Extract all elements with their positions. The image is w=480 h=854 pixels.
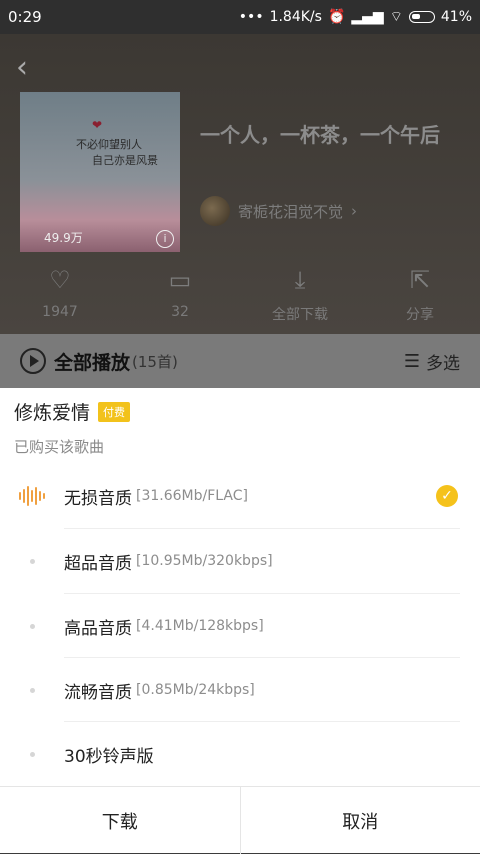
multi-select-label: 多选 (426, 349, 460, 374)
quality-option-super[interactable]: 超品音质 [10.95Mb/320kbps] (0, 529, 480, 593)
favorite-count: 1947 (42, 304, 78, 320)
bullet-icon (30, 559, 35, 564)
info-icon[interactable]: i (156, 230, 174, 248)
wifi-icon: ⌔ (390, 8, 403, 26)
sheet-footer: 下载 取消 (0, 786, 480, 854)
avatar (200, 196, 230, 226)
action-row: ♡ 1947 ▭ 32 ⤓ 全部下载 ⇱ 分享 (0, 266, 480, 324)
download-button[interactable]: 下载 (0, 787, 240, 854)
playlist-title: 一个人，一杯茶，一个午后 (200, 118, 460, 152)
back-arrow-icon[interactable]: ‹ (16, 50, 28, 85)
play-icon[interactable] (20, 348, 46, 374)
quality-option-lossless[interactable]: 无损音质 [31.66Mb/FLAC] ✓ (0, 464, 480, 528)
quality-detail: [4.41Mb/128kbps] (136, 618, 264, 634)
quality-detail: [10.95Mb/320kbps] (136, 553, 273, 569)
quality-label: 高品音质 (64, 614, 132, 639)
quality-detail: [0.85Mb/24kbps] (136, 682, 255, 698)
alarm-icon: ⏰ (328, 9, 345, 25)
quality-label: 超品音质 (64, 549, 132, 574)
share-icon: ⇱ (410, 266, 430, 294)
sound-wave-icon (19, 486, 45, 506)
selected-check-icon: ✓ (436, 485, 458, 507)
status-bar: 0:29 ••• 1.84K/s ⏰ ▂▄▆ ⌔ 41% (0, 0, 480, 34)
network-speed: 1.84K/s (270, 9, 322, 25)
heart-icon: ♡ (49, 266, 71, 294)
bullet-icon (30, 688, 35, 693)
bullet-icon (30, 624, 35, 629)
paid-badge: 付费 (98, 402, 130, 422)
playlist-creator[interactable]: 寄栀花泪觉不觉 › (200, 196, 357, 226)
list-check-icon: ☰ (404, 351, 420, 372)
sheet-header: 修炼爱情 付费 (14, 398, 130, 425)
battery-percent: 41% (441, 9, 472, 25)
status-icons: ••• 1.84K/s ⏰ ▂▄▆ ⌔ 41% (239, 8, 472, 26)
status-time: 0:29 (8, 8, 239, 26)
bullet-icon (30, 752, 35, 757)
download-all-button[interactable]: ⤓ 全部下载 (240, 266, 360, 324)
download-all-label: 全部下载 (272, 304, 328, 324)
comment-count: 32 (171, 304, 189, 320)
quality-option-ringtone[interactable]: 30秒铃声版 (0, 722, 480, 786)
purchased-note: 已购买该歌曲 (14, 436, 104, 457)
favorite-button[interactable]: ♡ 1947 (0, 266, 120, 324)
cancel-button[interactable]: 取消 (241, 787, 480, 854)
track-count: (15首) (132, 351, 178, 372)
quality-label: 无损音质 (64, 484, 132, 509)
share-label: 分享 (406, 304, 434, 324)
chevron-right-icon: › (351, 202, 357, 220)
creator-name: 寄栀花泪觉不觉 (238, 201, 343, 222)
cover-text-line1: 不必仰望别人 (76, 136, 142, 152)
signal-icon: ▂▄▆ (351, 9, 383, 25)
quality-option-smooth[interactable]: 流畅音质 [0.85Mb/24kbps] (0, 658, 480, 722)
battery-icon (409, 11, 435, 23)
comment-button[interactable]: ▭ 32 (120, 266, 240, 324)
playlist-header: ‹ ❤ 不必仰望别人 自己亦是风景 49.9万 i 一个人，一杯茶，一个午后 寄… (0, 34, 480, 334)
cover-text-line2: 自己亦是风景 (92, 152, 158, 168)
song-name: 修炼爱情 (14, 398, 90, 425)
quality-sheet: 修炼爱情 付费 已购买该歌曲 无损音质 [31.66Mb/FLAC] ✓ 超品音… (0, 388, 480, 853)
share-button[interactable]: ⇱ 分享 (360, 266, 480, 324)
quality-detail: [31.66Mb/FLAC] (136, 488, 248, 504)
comment-icon: ▭ (169, 266, 192, 294)
quality-option-high[interactable]: 高品音质 [4.41Mb/128kbps] (0, 594, 480, 658)
quality-label: 30秒铃声版 (64, 742, 154, 767)
cover-heart-icon: ❤ (92, 118, 102, 132)
more-dots-icon: ••• (239, 9, 264, 25)
download-icon: ⤓ (295, 266, 306, 294)
play-all-bar: 全部播放 (15首) ☰ 多选 (0, 334, 480, 388)
play-count: 49.9万 (44, 229, 83, 246)
playlist-cover[interactable]: ❤ 不必仰望别人 自己亦是风景 49.9万 i (20, 92, 180, 252)
multi-select-button[interactable]: ☰ 多选 (404, 349, 460, 374)
play-all-button[interactable]: 全部播放 (54, 348, 130, 375)
quality-label: 流畅音质 (64, 678, 132, 703)
